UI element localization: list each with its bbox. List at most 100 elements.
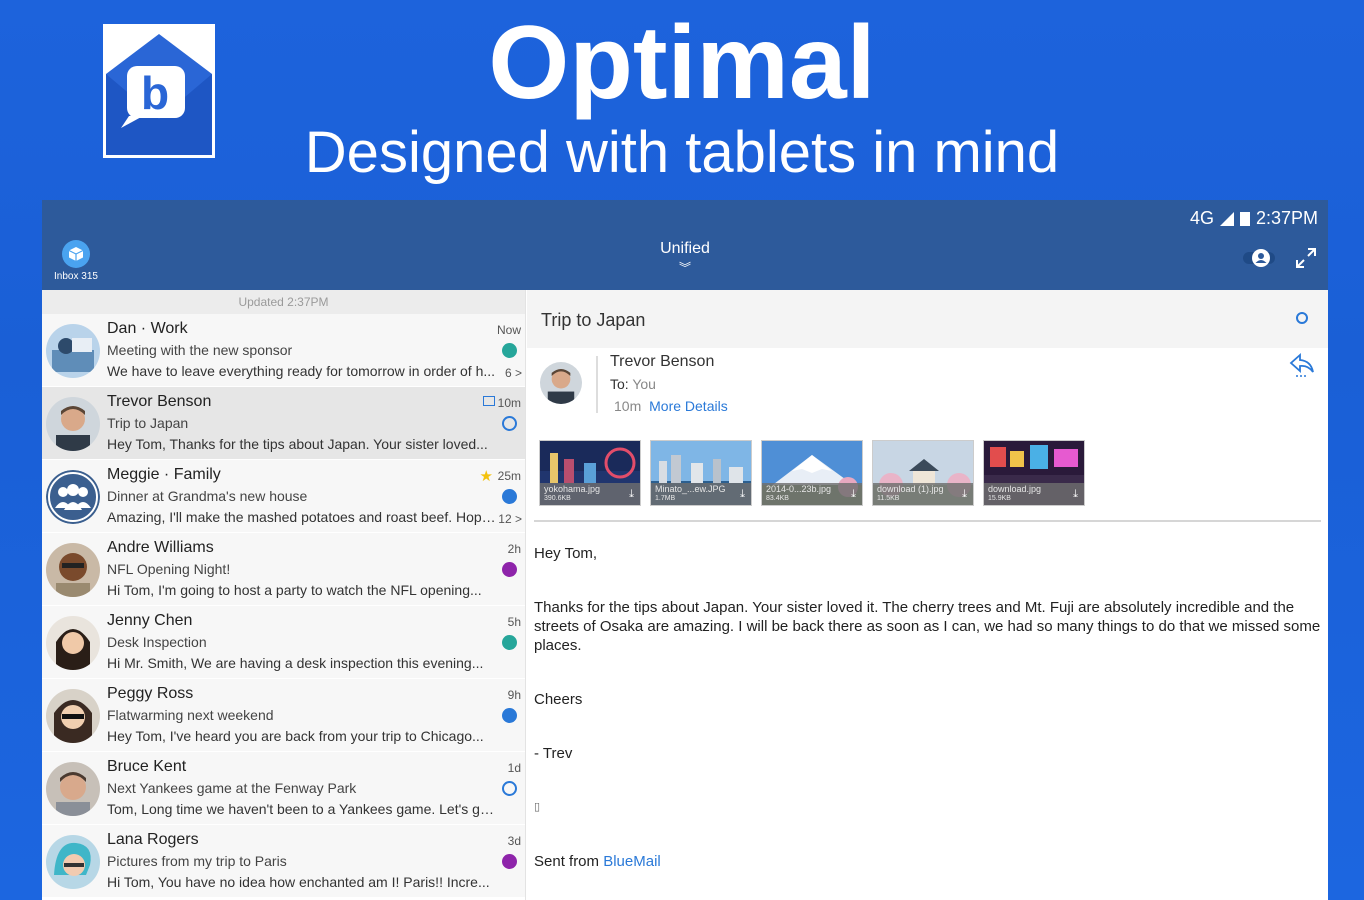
account-selector-label: Unified (660, 240, 710, 257)
attachment-thumbnail[interactable]: download.jpg 15.9KB ⤓ (983, 440, 1085, 506)
attachment-caption: yokohama.jpg 390.6KB (540, 483, 640, 505)
body-greeting: Hey Tom, (534, 545, 598, 562)
thread-count: 6 > (504, 366, 522, 380)
avatar (46, 616, 100, 670)
people-toggle-icon[interactable] (1242, 248, 1276, 268)
message-preview: Hi Tom, You have no idea how enchanted a… (107, 874, 490, 890)
avatar (46, 324, 100, 378)
unread-ring-icon[interactable] (502, 416, 517, 431)
attachment-thumbnail[interactable]: Minato_...ew.JPG 1.7MB ⤓ (650, 440, 752, 506)
download-icon[interactable]: ⤓ (851, 488, 856, 501)
attachment-size: 1.7MB (655, 495, 676, 502)
sender-name: Meggie · Family (107, 466, 221, 483)
attachment-caption: Minato_...ew.JPG 1.7MB (651, 483, 751, 505)
attachment-caption: download (1).jpg 11.5KB (873, 483, 973, 505)
message-time: 1d (507, 761, 521, 775)
attachment-thumbnail[interactable]: download (1).jpg 11.5KB ⤓ (872, 440, 974, 506)
message-subject: Dinner at Grandma's new house (107, 488, 308, 504)
message-row[interactable]: Meggie · Family Dinner at Grandma's new … (42, 460, 525, 533)
message-row[interactable]: Bruce Kent Next Yankees game at the Fenw… (42, 752, 525, 825)
body-paragraph: Thanks for the tips about Japan. Your si… (534, 599, 1321, 654)
sender-name: Lana Rogers (107, 831, 199, 848)
download-icon[interactable]: ⤓ (962, 488, 967, 501)
message-time: 5h (507, 615, 521, 629)
inbox-button[interactable]: Inbox 315 (52, 240, 100, 282)
attachment-thumbnail[interactable]: 2014-0...23b.jpg 83.4KB ⤓ (761, 440, 863, 506)
download-icon[interactable]: ⤓ (1073, 488, 1078, 501)
status-dot (502, 635, 517, 650)
more-details-link[interactable]: More Details (649, 398, 728, 414)
attachment-caption: download.jpg 15.9KB (984, 483, 1084, 505)
email-meta: 10m More Details (614, 398, 728, 414)
unread-ring-icon[interactable] (1296, 312, 1308, 324)
message-preview: Hey Tom, I've heard you are back from yo… (107, 728, 484, 744)
download-icon[interactable]: ⤓ (740, 488, 745, 501)
divider (596, 356, 598, 413)
avatar (46, 543, 100, 597)
expand-icon[interactable] (1294, 246, 1318, 270)
status-dot (502, 562, 517, 577)
message-subject: Trip to Japan (107, 415, 189, 431)
account-selector[interactable]: Unified ︾ (660, 240, 710, 276)
attachment-name: download (1).jpg (877, 484, 944, 494)
unread-ring-icon[interactable] (502, 781, 517, 796)
subject-bar: Trip to Japan (527, 290, 1328, 348)
attachment-name: download.jpg (988, 484, 1042, 494)
attachment-size: 11.5KB (877, 495, 900, 502)
tablet-screen: 4G 2:37PM Inbox 315 Unified ︾ Updated 2:… (42, 200, 1328, 900)
attachment-caption: 2014-0...23b.jpg 83.4KB (762, 483, 862, 505)
message-time: 3d (507, 834, 521, 848)
message-preview: Tom, Long time we haven't been to a Yank… (107, 801, 497, 817)
avatar (46, 762, 100, 816)
sender-name: Dan · Work (107, 320, 188, 337)
attachment-size: 83.4KB (766, 495, 789, 502)
reply-icon[interactable] (1288, 352, 1316, 378)
message-subject: Desk Inspection (107, 634, 207, 650)
updated-label: Updated 2:37PM (42, 290, 525, 314)
bluemail-link[interactable]: BlueMail (603, 853, 661, 870)
group-avatar (46, 470, 100, 524)
email-age: 10m (614, 398, 642, 414)
message-list: Updated 2:37PM Dan · Work Meeting with t… (42, 290, 526, 900)
inbox-icon (62, 240, 90, 268)
attachment-thumbnail[interactable]: yokohama.jpg 390.6KB ⤓ (539, 440, 641, 506)
message-preview: Hi Mr. Smith, We are having a desk inspe… (107, 655, 484, 671)
app-bar: 4G 2:37PM Inbox 315 Unified ︾ (42, 200, 1328, 290)
message-preview: Amazing, I'll make the mashed potatoes a… (107, 509, 497, 525)
reading-pane: Trip to Japan Trevor Benson To: You 10m … (527, 290, 1328, 900)
message-subject: Pictures from my trip to Paris (107, 853, 287, 869)
sender-name: Trevor Benson (107, 393, 212, 410)
recipient-line: To: You (610, 376, 656, 392)
message-row[interactable]: Trevor Benson Trip to Japan Hey Tom, Tha… (42, 387, 525, 460)
to-label: To: (610, 376, 629, 392)
image-attachment-icon (483, 396, 495, 406)
avatar (46, 397, 100, 451)
message-row[interactable]: Peggy Ross Flatwarming next weekend Hey … (42, 679, 525, 752)
message-row[interactable]: Lana Rogers Pictures from my trip to Par… (42, 825, 525, 898)
body-signature: - Trev (534, 745, 573, 762)
avatar (46, 689, 100, 743)
attachment-size: 15.9KB (988, 495, 1011, 502)
message-preview: We have to leave everything ready for to… (107, 363, 496, 379)
message-row[interactable]: Dan · Work Meeting with the new sponsor … (42, 314, 525, 387)
message-row[interactable]: Jenny Chen Desk Inspection Hi Mr. Smith,… (42, 606, 525, 679)
download-icon[interactable]: ⤓ (629, 488, 634, 501)
promo-subtitle: Designed with tablets in mind (304, 120, 1060, 185)
network-label: 4G (1189, 208, 1214, 228)
message-time: 25m (497, 469, 521, 483)
promo-title: Optimal (488, 5, 876, 121)
message-time: 10m (497, 396, 521, 410)
message-row[interactable]: Andre Williams NFL Opening Night! Hi Tom… (42, 533, 525, 606)
body-glyph: ▯ (534, 801, 541, 813)
message-time: Now (496, 323, 521, 337)
sender-avatar (540, 362, 582, 404)
sender-name: Jenny Chen (107, 612, 193, 629)
message-subject: Next Yankees game at the Fenway Park (107, 780, 357, 796)
body-sent-from: Sent from BlueMail (534, 852, 1326, 871)
body-closing: Cheers (534, 691, 583, 708)
star-icon[interactable]: ★ (480, 467, 493, 485)
status-bar: 4G 2:37PM (1190, 208, 1318, 229)
attachment-size: 390.6KB (544, 495, 571, 502)
status-dot (502, 343, 517, 358)
status-dot (502, 854, 517, 869)
